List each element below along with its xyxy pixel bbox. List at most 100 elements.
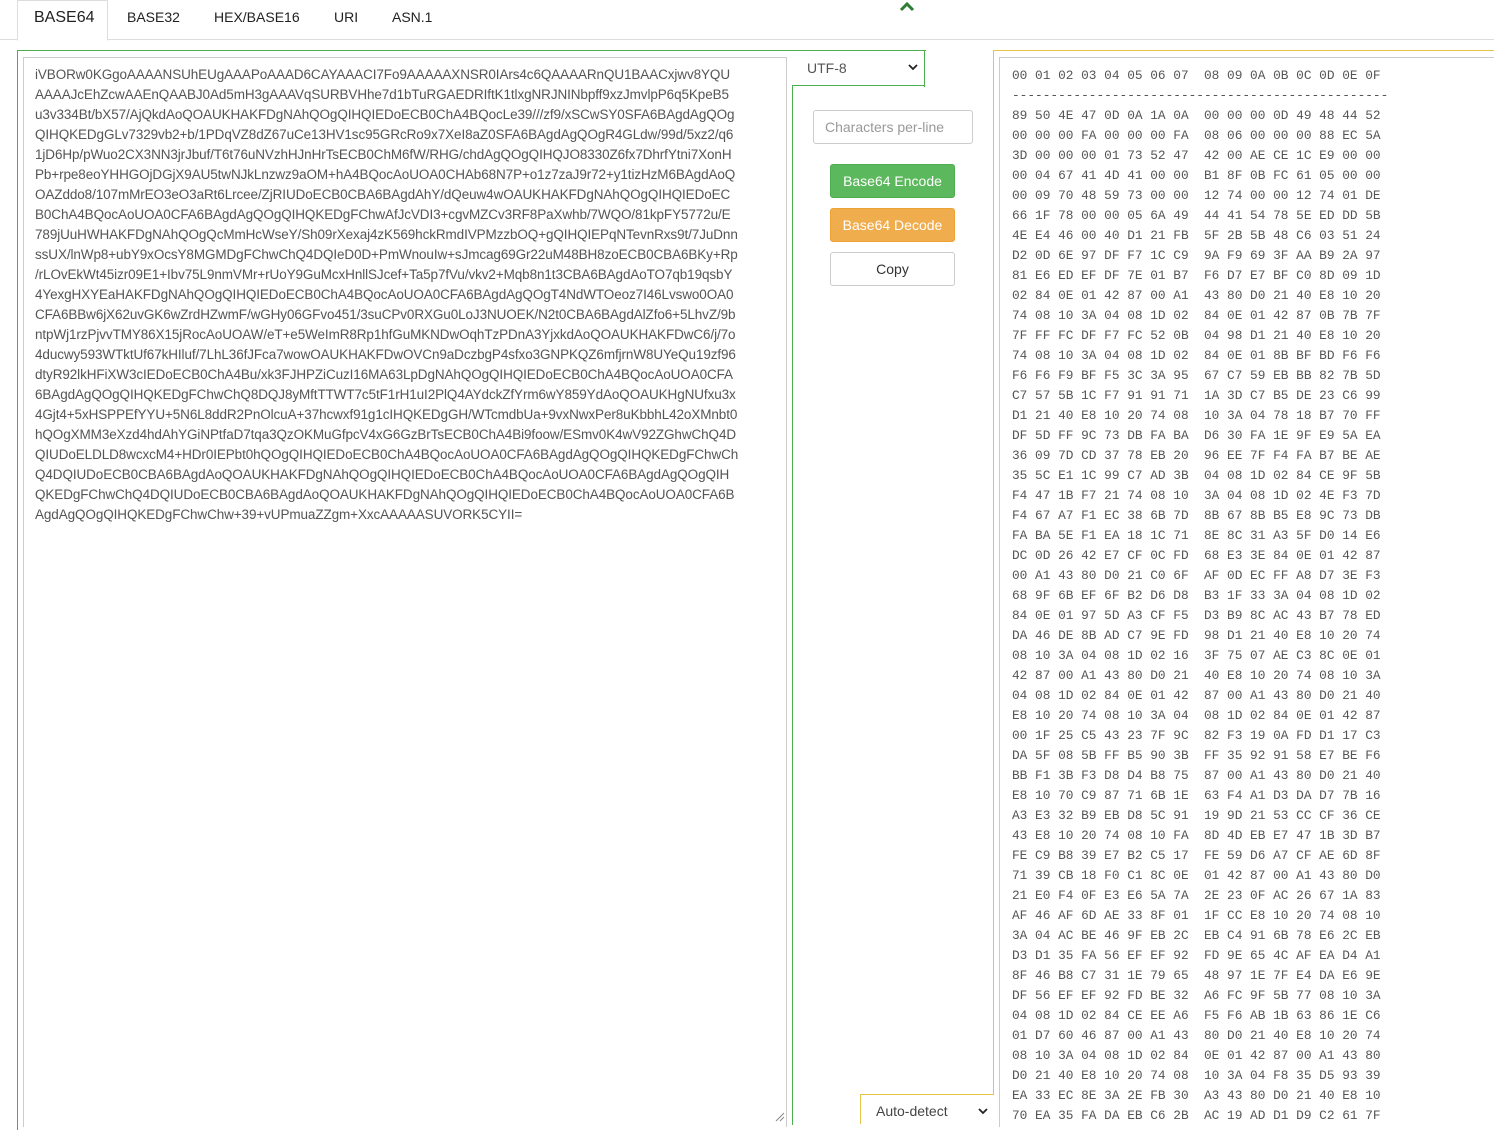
tab-bar: BASE64 BASE32 HEX/BASE16 URI ASN.1 <box>0 0 1494 41</box>
characters-per-line-input[interactable] <box>813 110 973 144</box>
base64-line: QKEDgFChwChQ4DQIUDoECB0CBA6BAgdAoQOAUKHA… <box>35 487 735 502</box>
hex-line: AF 46 AF 6D AE 33 8F 01 1F CC E8 10 20 7… <box>1012 908 1381 923</box>
hex-line: 01 D7 60 46 87 00 A1 43 80 D0 21 40 E8 1… <box>1012 1028 1381 1043</box>
hex-line: E8 10 70 C9 87 71 6B 1E 63 F4 A1 D3 DA D… <box>1012 788 1381 803</box>
hex-line: 21 E0 F4 0F E3 E6 5A 7A 2E 23 0F AC 26 6… <box>1012 888 1381 903</box>
hex-line: DA 5F 08 5B FF B5 90 3B FF 35 92 91 58 E… <box>1012 748 1381 763</box>
frame-divider <box>792 85 793 1125</box>
hex-line: BB F1 3B F3 D8 D4 B8 75 87 00 A1 43 80 D… <box>1012 768 1381 783</box>
hex-line: EA 33 EC 8E 3A 2E FB 30 A3 43 80 D0 21 4… <box>1012 1088 1381 1103</box>
tab-asn1[interactable]: ASN.1 <box>380 0 444 40</box>
hex-line: 8F 46 B8 C7 31 1E 79 65 48 97 1E 7F E4 D… <box>1012 968 1381 983</box>
base64-line: 6BAgdAgQOgQIHQKEDgFChwChQ8DQJ8yMftTTWT7c… <box>35 387 736 402</box>
hex-line: FA BA 5E F1 EA 18 1C 71 8E 8C 31 A3 5F D… <box>1012 528 1381 543</box>
hex-line: 70 EA 35 FA DA EB C6 2B AC 19 AD D1 D9 C… <box>1012 1108 1381 1123</box>
base64-line: AgdAgQOgQIHQKEDgFChwChw+39+vUPmuaZZgm+Xx… <box>35 507 523 522</box>
base64-line: OAZddo8/107mMrEO3eO3aRt6Lrcee/ZjRIUDoECB… <box>35 187 731 202</box>
base64-line: QIUDoELDLD8wcxcM4+HDr0IEPbt0hQOgQIHQIEDo… <box>35 447 739 462</box>
tab-base64[interactable]: BASE64 <box>17 0 108 41</box>
chevron-up-icon[interactable] <box>898 0 916 12</box>
hex-line: D3 D1 35 FA 56 EF EF 92 FD 9E 65 4C AF E… <box>1012 948 1381 963</box>
base64-line: dtyR92lkHFiXW3cIEDoECB0ChA4Bu/xk3FJHPZiC… <box>35 367 733 382</box>
hex-line: 02 84 0E 01 42 87 00 A1 43 80 D0 21 40 E… <box>1012 288 1381 303</box>
hex-line: DF 56 EF EF 92 FD BE 32 A6 FC 9F 5B 77 0… <box>1012 988 1381 1003</box>
base64-line: CFA6BBw6jX62uvGK6wZrdHZwmF/wGHy06GFvo451… <box>35 307 736 322</box>
hex-line: 36 09 7D CD 37 78 EB 20 96 EE 7F F4 FA B… <box>1012 448 1381 463</box>
hex-line: DC 0D 26 42 E7 CF 0C FD 68 E3 3E 84 0E 0… <box>1012 548 1381 563</box>
hex-line: ----------------------------------------… <box>1012 88 1389 103</box>
hex-line: D2 0D 6E 97 DF F7 1C C9 9A F9 69 3F AA B… <box>1012 248 1381 263</box>
base64-line: Pb+rpe8eoYHHGOjDGjX9AU5twNJkLnzwz9aOM+hA… <box>35 167 736 182</box>
chevron-down-icon <box>978 1108 988 1115</box>
hex-line: 7F FF FC DF F7 FC 52 0B 04 98 D1 21 40 E… <box>1012 328 1381 343</box>
base64-line: Q4DQIUDoECB0CBA6BAgdAoQOAUKHAKFDgNAhQOgQ… <box>35 467 730 482</box>
tab-base32[interactable]: BASE32 <box>115 0 192 40</box>
hex-line: 4E E4 46 00 40 D1 21 FB 5F 2B 5B 48 C6 0… <box>1012 228 1381 243</box>
base64-line: 789jUuHWHAKFDgNAhQOgQcMmHcWseY/Sh09rXexa… <box>35 227 738 242</box>
hex-line: D1 21 40 E8 10 20 74 08 10 3A 04 78 18 B… <box>1012 408 1381 423</box>
hex-line: F6 F6 F9 BF F5 3C 3A 95 67 C7 59 EB BB 8… <box>1012 368 1381 383</box>
hex-line: 08 10 3A 04 08 1D 02 84 0E 01 42 87 00 A… <box>1012 1048 1381 1063</box>
base64-line: 4YexgHXYEaHAKFDgNAhQOgQIHQIEDoECB0ChA4BQ… <box>35 287 734 302</box>
base64-line: /rLOvEkWt45izr09E1+Ibv75L9nmVMr+rUoY9GuM… <box>35 267 733 282</box>
copy-button[interactable]: Copy <box>830 252 955 286</box>
decode-panel-frame <box>993 50 994 1095</box>
base64-encode-button[interactable]: Base64 Encode <box>830 164 955 198</box>
hex-line: A3 E3 32 B9 EB D8 5C 91 19 9D 21 53 CC C… <box>1012 808 1381 823</box>
hex-line: 84 0E 01 97 5D A3 CF F5 D3 B9 8C AC 43 B… <box>1012 608 1381 623</box>
base64-line: QIHQKEDgGLv7329vb2+b/1PDqVZ8dZ67uCe13HV1… <box>35 127 734 142</box>
base64-line: 1jD6Hp/pWuo2CX3NN3jrJbuf/T6t76uNVzhHJnHr… <box>35 147 732 162</box>
resize-grip-icon[interactable] <box>773 1110 785 1122</box>
base64-line: u3v334Bt/bX57/AjQkdAoQOAUKHAKFDgNAhQOgQI… <box>35 107 735 122</box>
hex-line: E8 10 20 74 08 10 3A 04 08 1D 02 84 0E 0… <box>1012 708 1381 723</box>
hex-line: 81 E6 ED EF DF 7E 01 B7 F6 D7 E7 BF C0 8… <box>1012 268 1381 283</box>
hex-line: C7 57 5B 1C F7 91 91 71 1A 3D C7 B5 DE 2… <box>1012 388 1381 403</box>
encoding-select[interactable]: UTF-8 <box>793 52 924 84</box>
base64-line: ntpWj1rzPjvvTMY86X15jRocAoUOAW/eT+e5WeIm… <box>35 327 736 342</box>
tab-uri[interactable]: URI <box>322 0 370 40</box>
hex-line: DF 5D FF 9C 73 DB FA BA D6 30 FA 1E 9F E… <box>1012 428 1381 443</box>
hex-line: 00 00 00 FA 00 00 00 FA 08 06 00 00 00 8… <box>1012 128 1381 143</box>
frame-divider <box>924 50 925 87</box>
hex-line: FE C9 B8 39 E7 B2 C5 17 FE 59 D6 A7 CF A… <box>1012 848 1381 863</box>
hex-dump-textarea[interactable]: 00 01 02 03 04 05 06 07 08 09 0A 0B 0C 0… <box>999 57 1494 1127</box>
hex-line: 35 5C E1 1C 99 C7 AD 3B 04 08 1D 02 84 C… <box>1012 468 1381 483</box>
autodetect-select-value: Auto-detect <box>876 1103 948 1119</box>
hex-line: 68 9F 6B EF 6F B2 D6 D8 B3 1F 33 3A 04 0… <box>1012 588 1381 603</box>
hex-line: 66 1F 78 00 00 05 6A 49 44 41 54 78 5E E… <box>1012 208 1381 223</box>
hex-line: 3D 00 00 00 01 73 52 47 42 00 AE CE 1C E… <box>1012 148 1381 163</box>
hex-line: DA 46 DE 8B AD C7 9E FD 98 D1 21 40 E8 1… <box>1012 628 1381 643</box>
base64-line: B0ChA4BQocAoUOA0CFA6BAgdAgQOgQIHQKEDgFCh… <box>35 207 731 222</box>
hex-line: 42 87 00 A1 43 80 D0 21 40 E8 10 20 74 0… <box>1012 668 1381 683</box>
encoding-select-value: UTF-8 <box>807 60 847 76</box>
chevron-down-icon <box>908 64 918 71</box>
frame-divider <box>792 85 925 86</box>
hex-line: 00 1F 25 C5 43 23 7F 9C 82 F3 19 0A FD D… <box>1012 728 1381 743</box>
hex-line: 74 08 10 3A 04 08 1D 02 84 0E 01 8B BF B… <box>1012 348 1381 363</box>
hex-line: 43 E8 10 20 74 08 10 FA 8D 4D EB E7 47 1… <box>1012 828 1381 843</box>
tab-hex-base16[interactable]: HEX/BASE16 <box>202 0 312 40</box>
hex-line: 89 50 4E 47 0D 0A 1A 0A 00 00 00 0D 49 4… <box>1012 108 1381 123</box>
base64-line: ssUX/lnWp8+ubY9xOcsY8MGMDgFChwChQ4DQIeD0… <box>35 247 738 262</box>
hex-line: 74 08 10 3A 04 08 1D 02 84 0E 01 42 87 0… <box>1012 308 1381 323</box>
hex-line: 04 08 1D 02 84 0E 01 42 87 00 A1 43 80 D… <box>1012 688 1381 703</box>
hex-line: 04 08 1D 02 84 CE EE A6 F5 F6 AB 1B 63 8… <box>1012 1008 1381 1023</box>
hex-line: 00 04 67 41 4D 41 00 00 B1 8F 0B FC 61 0… <box>1012 168 1381 183</box>
base64-decode-button[interactable]: Base64 Decode <box>830 208 955 242</box>
hex-line: F4 47 1B F7 21 74 08 10 3A 04 08 1D 02 4… <box>1012 488 1381 503</box>
frame-divider <box>860 1094 994 1095</box>
hex-line: 3A 04 AC BE 46 9F EB 2C EB C4 91 6B 78 E… <box>1012 928 1381 943</box>
hex-line: 71 39 CB 18 F0 C1 8C 0E 01 42 87 00 A1 4… <box>1012 868 1381 883</box>
base64-line: iVBORw0KGgoAAAANSUhEUgAAAPoAAAD6CAYAAACI… <box>35 67 730 82</box>
hex-line: 00 01 02 03 04 05 06 07 08 09 0A 0B 0C 0… <box>1012 68 1381 83</box>
base64-line: AAAAJcEhZcwAAEnQAABJ0Ad5mH3gAAAVqSURBVHh… <box>35 87 729 102</box>
base64-line: hQOgXMM3eXzd4hdAhYGiNPtfaD7tqa3QzOKMuGfp… <box>35 427 736 442</box>
base64-textarea[interactable]: iVBORw0KGgoAAAANSUhEUgAAAPoAAAD6CAYAAACI… <box>23 57 787 1127</box>
autodetect-select[interactable]: Auto-detect <box>861 1096 993 1126</box>
hex-line: F4 67 A7 F1 EC 38 6B 7D 8B 67 8B B5 E8 9… <box>1012 508 1381 523</box>
hex-line: 00 A1 43 80 D0 21 C0 6F AF 0D EC FF A8 D… <box>1012 568 1381 583</box>
hex-line: D0 21 40 E8 10 20 74 08 10 3A 04 F8 35 D… <box>1012 1068 1381 1083</box>
decode-panel-frame <box>993 50 1494 51</box>
hex-line: 00 09 70 48 59 73 00 00 12 74 00 00 12 7… <box>1012 188 1381 203</box>
base64-line: 4ducwy593WTktUf67kHIluf/7LhL36fJFca7wowO… <box>35 347 736 362</box>
